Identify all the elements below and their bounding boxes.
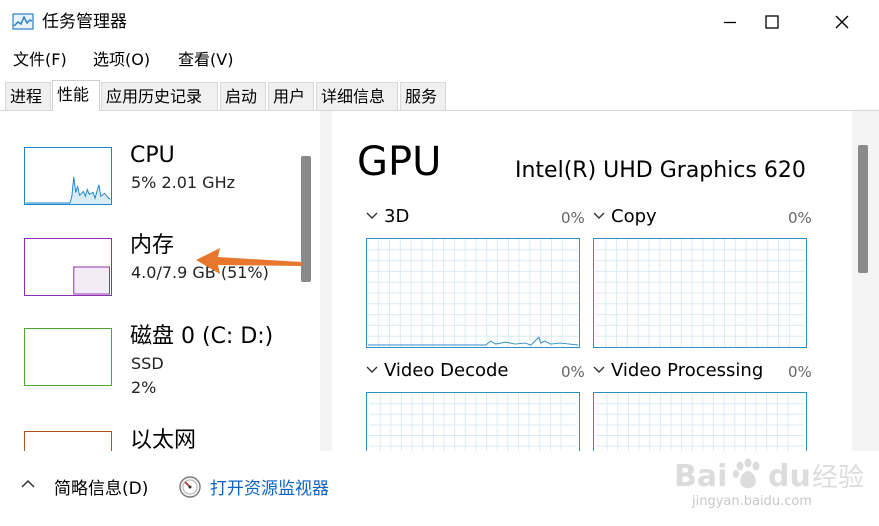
engine-3d-percent: 0% (561, 209, 585, 227)
title-bar[interactable]: 任务管理器 (0, 0, 879, 44)
chevron-up-icon[interactable] (20, 477, 36, 489)
resource-item-ethernet[interactable]: 以太网 (0, 419, 300, 451)
disk-mini-graph (24, 328, 112, 386)
close-button[interactable] (812, 0, 872, 44)
svg-text:Bai: Bai (674, 459, 727, 494)
tab-app-history[interactable]: 应用历史记录 (101, 82, 218, 110)
svg-text:经验: 经验 (812, 463, 864, 493)
engine-video-decode-label: Video Decode (384, 360, 509, 381)
engine-copy-percent: 0% (788, 209, 812, 227)
chevron-down-icon (593, 212, 605, 219)
resource-item-cpu[interactable]: CPU 5% 2.01 GHz (0, 133, 300, 217)
memory-title: 内存 (130, 233, 175, 258)
fewer-details-link[interactable]: 简略信息(D) (54, 478, 148, 500)
svg-text:du: du (768, 459, 811, 494)
tab-services[interactable]: 服务 (400, 82, 446, 110)
task-manager-icon (12, 13, 34, 30)
engine-copy-graph (593, 238, 807, 348)
watermark: Bai du 经验 (672, 452, 872, 522)
chevron-down-icon (366, 212, 378, 219)
engine-copy-label: Copy (611, 206, 657, 227)
resource-item-disk[interactable]: 磁盘 0 (C: D:) SSD 2% (0, 311, 300, 401)
gpu-detail-pane: GPU Intel(R) UHD Graphics 620 3D 0% Copy… (332, 111, 852, 452)
minimize-icon (724, 21, 736, 24)
disk-type: SSD (131, 354, 164, 373)
engine-video-processing-label: Video Processing (611, 360, 764, 381)
close-icon (835, 15, 849, 29)
disk-usage: 2% (131, 378, 157, 397)
watermark-url: jingyan.baidu.com (692, 494, 812, 509)
menu-view[interactable]: 查看(V) (178, 50, 233, 70)
engine-video-decode-percent: 0% (561, 363, 585, 381)
gpu-model: Intel(R) UHD Graphics 620 (515, 158, 806, 183)
tab-performance[interactable]: 性能 (52, 80, 100, 111)
disk-title: 磁盘 0 (C: D:) (130, 324, 274, 349)
engine-video-processing-graph (593, 392, 807, 452)
engine-3d-label: 3D (384, 206, 410, 227)
pane-divider[interactable] (320, 111, 332, 451)
resource-monitor-icon (179, 476, 201, 498)
window-title: 任务管理器 (42, 12, 127, 32)
right-scrollbar-thumb[interactable] (858, 145, 868, 273)
tab-bar: 进程 性能 应用历史记录 启动 用户 详细信息 服务 (0, 80, 879, 111)
menu-file[interactable]: 文件(F) (13, 50, 67, 70)
engine-video-processing-percent: 0% (788, 363, 812, 381)
cpu-usage: 5% 2.01 GHz (131, 173, 236, 192)
tab-details[interactable]: 详细信息 (316, 82, 398, 110)
menu-bar: 文件(F) 选项(O) 查看(V) (0, 44, 879, 74)
cpu-mini-graph (24, 147, 112, 205)
engine-3d-graph (366, 238, 580, 348)
annotation-arrow-icon (196, 248, 302, 274)
performance-view: CPU 5% 2.01 GHz 内存 4.0/7.9 GB (51%) 磁盘 0… (0, 111, 879, 452)
chevron-down-icon (593, 366, 605, 373)
maximize-icon (765, 15, 779, 29)
tab-users[interactable]: 用户 (268, 82, 314, 110)
menu-options[interactable]: 选项(O) (93, 50, 150, 70)
maximize-button[interactable] (742, 0, 802, 44)
tab-processes[interactable]: 进程 (5, 82, 51, 110)
gpu-heading: GPU (357, 139, 442, 185)
ethernet-mini-graph (24, 431, 112, 451)
open-resource-monitor-link[interactable]: 打开资源监视器 (210, 478, 329, 500)
tab-startup[interactable]: 启动 (220, 82, 266, 110)
engine-video-decode-graph (366, 392, 580, 452)
ethernet-title: 以太网 (130, 428, 197, 451)
chevron-down-icon (366, 366, 378, 373)
cpu-title: CPU (130, 143, 175, 168)
resource-list: CPU 5% 2.01 GHz 内存 4.0/7.9 GB (51%) 磁盘 0… (0, 111, 320, 451)
memory-mini-graph (24, 238, 112, 296)
